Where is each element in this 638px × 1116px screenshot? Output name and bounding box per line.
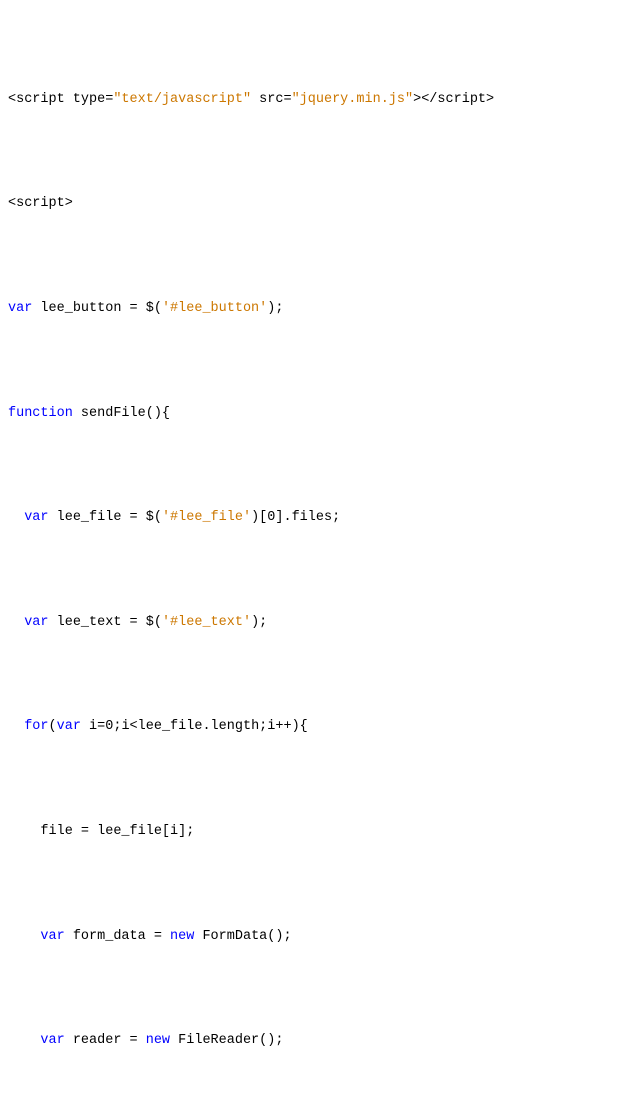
- code-line-4: function sendFile(){: [8, 404, 630, 425]
- code-line-1: <script type="text/javascript" src="jque…: [8, 90, 630, 111]
- code-editor: <script type="text/javascript" src="jque…: [0, 0, 638, 1116]
- code-line-5: var lee_file = $('#lee_file')[0].files;: [8, 508, 630, 529]
- code-line-8: file = lee_file[i];: [8, 822, 630, 843]
- code-line-6: var lee_text = $('#lee_text');: [8, 613, 630, 634]
- code-line-2: <script>: [8, 194, 630, 215]
- code-line-10: var reader = new FileReader();: [8, 1031, 630, 1052]
- code-line-3: var lee_button = $('#lee_button');: [8, 299, 630, 320]
- code-line-7: for(var i=0;i<lee_file.length;i++){: [8, 717, 630, 738]
- code-line-9: var form_data = new FormData();: [8, 927, 630, 948]
